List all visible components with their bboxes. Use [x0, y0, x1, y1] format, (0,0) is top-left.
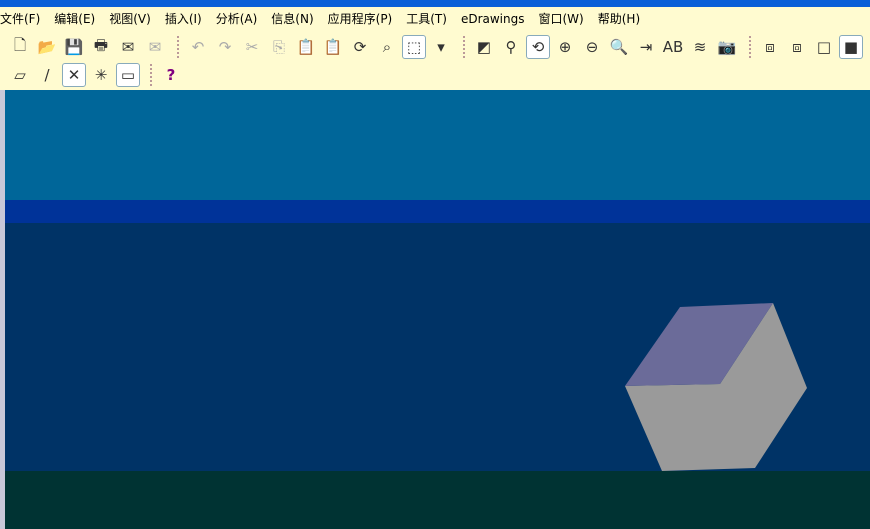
binoculars-button[interactable]: ⌕ — [375, 35, 399, 59]
snapshot-icon: 📷 — [717, 38, 737, 56]
send-disabled-icon: ✉ — [148, 38, 162, 56]
binoculars-icon: ⌕ — [382, 38, 392, 56]
send-icon: ✉ — [121, 38, 135, 56]
show-coordinate-systems-icon: ✳ — [94, 66, 108, 84]
layers-icon: ≋ — [693, 38, 707, 56]
show-coordinate-systems-button[interactable]: ✳ — [89, 63, 113, 87]
wireframe-button[interactable]: ⧈ — [758, 35, 782, 59]
menu-item-7[interactable]: 工具(T) — [406, 10, 447, 27]
hidden-removed-icon: □ — [816, 38, 832, 56]
menu-item-4[interactable]: 分析(A) — [216, 10, 258, 27]
toolbar-separator — [463, 36, 465, 58]
menu-item-9[interactable]: 窗口(W) — [539, 10, 584, 27]
toolbar: 🗋 📂 💾 🖶 ✉ ✉ ↶ ↷ ✂ ⎘ 📋 📋 ⟳ ⌕ ⬚ ▾ ◩ ⚲ ⟲ ⊕ ⊖ 🔍 ⇥ AB ≋ 📷 ⧈ ⧈ □ ■ ▱ / ✕ ✳ ▭? — [0, 30, 870, 90]
zoom-window-button[interactable]: 🔍 — [607, 35, 631, 59]
graphics-area[interactable] — [0, 90, 870, 529]
annotation-button[interactable]: AB — [661, 35, 685, 59]
menu-item-5[interactable]: 信息(N) — [271, 10, 313, 27]
save-button[interactable]: 💾 — [62, 35, 86, 59]
wireframe-icon: ⧈ — [765, 38, 775, 56]
hidden-lines-button[interactable]: ⧈ — [785, 35, 809, 59]
toolbar-row-standard: 🗋 📂 💾 🖶 ✉ ✉ ↶ ↷ ✂ ⎘ 📋 📋 ⟳ ⌕ ⬚ ▾ ◩ ⚲ ⟲ ⊕ ⊖ 🔍 ⇥ AB ≋ 📷 ⧈ ⧈ □ ■ — [8, 33, 866, 61]
toolbar-row-view: ▱ / ✕ ✳ ▭? — [8, 61, 186, 89]
model-cube[interactable] — [0, 90, 870, 529]
new-icon: 🗋 — [13, 35, 27, 54]
paste-special-button[interactable]: 📋 — [321, 35, 345, 59]
zoom-out-icon: ⊖ — [585, 38, 599, 56]
zoom-in-button[interactable]: ⊕ — [553, 35, 577, 59]
menu-bar: 文件(F) 编辑(E) 视图(V) 插入(I) 分析(A) 信息(N) 应用程序(P) 工具(… — [0, 7, 870, 30]
paste-icon: 📋 — [296, 38, 316, 56]
zoom-window-icon: 🔍 — [609, 38, 629, 56]
open-button[interactable]: 📂 — [35, 35, 59, 59]
undo-button[interactable]: ↶ — [186, 35, 210, 59]
fit-view-icon: ◩ — [476, 38, 492, 56]
copy-button[interactable]: ⎘ — [267, 35, 291, 59]
refresh-icon: ⟳ — [353, 38, 367, 56]
zoom-in-icon: ⊕ — [558, 38, 572, 56]
menu-item-1[interactable]: 编辑(E) — [54, 10, 95, 27]
send-button[interactable]: ✉ — [116, 35, 140, 59]
hidden-removed-button[interactable]: □ — [812, 35, 836, 59]
shaded-button[interactable]: ■ — [839, 35, 863, 59]
show-axes-button[interactable]: / — [35, 63, 59, 87]
show-planes-button[interactable]: ▱ — [8, 63, 32, 87]
select-box-icon: ⬚ — [406, 38, 422, 56]
refresh-button[interactable]: ⟳ — [348, 35, 372, 59]
fit-view-button[interactable]: ◩ — [472, 35, 496, 59]
hidden-lines-icon: ⧈ — [792, 38, 802, 56]
show-axes-icon: / — [44, 66, 50, 84]
print-button[interactable]: 🖶 — [89, 35, 113, 59]
node-icon: ⚲ — [505, 38, 517, 56]
whats-this-help-button[interactable]: ? — [159, 63, 183, 87]
dropdown-arrow-button[interactable]: ▾ — [429, 35, 453, 59]
menu-item-8[interactable]: eDrawings — [461, 12, 525, 26]
redo-button[interactable]: ↷ — [213, 35, 237, 59]
undo-icon: ↶ — [191, 38, 205, 56]
toolbar-separator — [177, 36, 179, 58]
dropdown-arrow-icon: ▾ — [437, 38, 445, 56]
cut-button[interactable]: ✂ — [240, 35, 264, 59]
node-button[interactable]: ⚲ — [499, 35, 523, 59]
snapshot-button[interactable]: 📷 — [715, 35, 739, 59]
toolbar-separator — [749, 36, 751, 58]
rotate-view-icon: ⟲ — [531, 38, 545, 56]
menu-item-6[interactable]: 应用程序(P) — [328, 10, 393, 27]
open-icon: 📂 — [37, 38, 57, 56]
show-points-button[interactable]: ✕ — [62, 63, 86, 87]
menu-item-0[interactable]: 文件(F) — [0, 10, 40, 27]
zoom-out-button[interactable]: ⊖ — [580, 35, 604, 59]
select-box-button[interactable]: ⬚ — [402, 35, 426, 59]
show-sketches-button[interactable]: ▭ — [116, 63, 140, 87]
new-button[interactable]: 🗋 — [8, 35, 32, 59]
section-view-icon: ⇥ — [639, 38, 653, 56]
print-icon: 🖶 — [93, 35, 109, 54]
show-sketches-icon: ▭ — [120, 66, 136, 84]
redo-icon: ↷ — [218, 38, 232, 56]
annotation-icon: AB — [662, 38, 684, 56]
cut-icon: ✂ — [245, 38, 259, 56]
menu-item-10[interactable]: 帮助(H) — [598, 10, 640, 27]
paste-button[interactable]: 📋 — [294, 35, 318, 59]
layers-button[interactable]: ≋ — [688, 35, 712, 59]
save-icon: 💾 — [64, 38, 84, 56]
menu-item-2[interactable]: 视图(V) — [109, 10, 151, 27]
show-points-icon: ✕ — [67, 66, 81, 84]
show-planes-icon: ▱ — [14, 66, 26, 84]
rotate-view-button[interactable]: ⟲ — [526, 35, 550, 59]
shaded-icon: ■ — [843, 38, 859, 56]
copy-icon: ⎘ — [272, 38, 285, 56]
title-bar — [0, 0, 870, 7]
paste-special-icon: 📋 — [323, 38, 343, 56]
section-view-button[interactable]: ⇥ — [634, 35, 658, 59]
menu-item-3[interactable]: 插入(I) — [165, 10, 202, 27]
whats-this-help-icon: ? — [166, 66, 176, 84]
toolbar-separator — [150, 64, 152, 86]
send-disabled-button[interactable]: ✉ — [143, 35, 167, 59]
